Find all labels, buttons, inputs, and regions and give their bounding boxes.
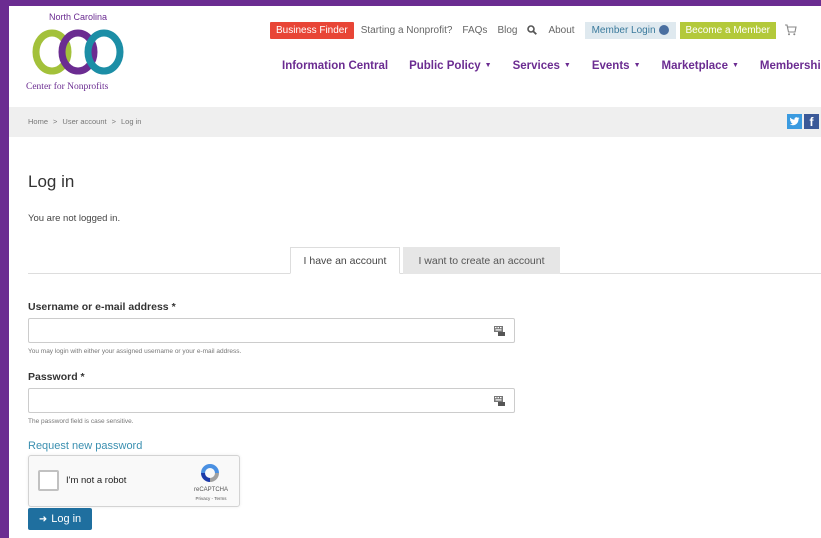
username-label: Username or e-mail address * <box>28 301 176 313</box>
starting-nonprofit-link[interactable]: Starting a Nonprofit? <box>361 25 453 36</box>
about-link[interactable]: About <box>548 25 574 36</box>
recaptcha-terms-link[interactable]: Privacy - Terms <box>189 496 233 501</box>
username-field[interactable] <box>28 318 515 343</box>
search-icon[interactable] <box>527 25 538 35</box>
top-utility-nav: Business Finder Starting a Nonprofit? FA… <box>270 21 797 39</box>
password-label: Password * <box>28 371 85 383</box>
recaptcha-widget: I'm not a robot reCAPTCHA Privacy - Term… <box>28 455 240 507</box>
caret-down-icon: ▼ <box>731 62 739 70</box>
breadcrumb-home[interactable]: Home <box>28 117 48 126</box>
tab-have-account[interactable]: I have an account <box>290 247 400 274</box>
twitter-icon[interactable] <box>787 114 802 129</box>
nav-label: Public Policy <box>409 60 481 72</box>
nav-label: Services <box>512 60 560 72</box>
login-status-text: You are not logged in. <box>28 213 121 224</box>
nav-events[interactable]: Events ▼ <box>592 60 641 72</box>
recaptcha-checkbox[interactable] <box>38 470 59 491</box>
nav-marketplace[interactable]: Marketplace ▼ <box>662 60 739 72</box>
nav-label: Events <box>591 60 630 72</box>
social-links: f <box>787 114 821 129</box>
breadcrumb: Home > User account > Log in <box>28 117 146 126</box>
caret-down-icon: ▼ <box>484 62 492 70</box>
password-hint: The password field is case sensitive. <box>28 418 134 425</box>
nav-label: Membership <box>759 60 821 72</box>
member-login-button[interactable]: Member Login <box>584 21 676 39</box>
become-member-button[interactable]: Become a Member <box>679 21 776 39</box>
business-finder-button[interactable]: Business Finder <box>270 21 354 39</box>
recaptcha-label: I'm not a robot <box>66 475 127 486</box>
sign-in-icon: ➜ <box>38 513 48 525</box>
member-login-label: Member Login <box>591 24 656 36</box>
recaptcha-logo-icon <box>201 464 219 482</box>
cart-icon[interactable] <box>784 24 797 36</box>
user-icon <box>658 25 669 35</box>
blog-link[interactable]: Blog <box>497 25 517 36</box>
facebook-icon[interactable]: f <box>804 114 819 129</box>
nav-label: Marketplace <box>661 60 728 72</box>
site-logo[interactable]: North Carolina Center for Nonprofits <box>26 12 136 102</box>
recaptcha-brand: reCAPTCHA <box>193 487 228 493</box>
username-hint: You may login with either your assigned … <box>28 348 242 355</box>
breadcrumb-current: Log in <box>120 117 142 126</box>
breadcrumb-bar: Home > User account > Log in f <box>9 107 821 137</box>
keyboard-icon[interactable] <box>494 326 505 336</box>
main-nav: Information Central Public Policy ▼ Servi… <box>282 60 821 72</box>
nav-information-central[interactable]: Information Central <box>282 60 388 72</box>
nav-public-policy[interactable]: Public Policy ▼ <box>409 60 492 72</box>
caret-down-icon: ▼ <box>633 62 641 70</box>
login-submit-button[interactable]: ➜ Log in <box>28 508 92 530</box>
breadcrumb-user-account[interactable]: User account <box>62 117 106 126</box>
password-field[interactable] <box>28 388 515 413</box>
nav-services[interactable]: Services ▼ <box>513 60 571 72</box>
login-button-label: Log in <box>51 513 82 525</box>
caret-down-icon: ▼ <box>563 62 571 70</box>
nav-label: Information Central <box>282 60 389 72</box>
tab-create-account[interactable]: I want to create an account <box>403 247 560 274</box>
logo-rings-icon <box>32 29 124 75</box>
request-new-password-link[interactable]: Request new password <box>28 440 142 452</box>
logo-top-text: North Carolina <box>48 12 108 22</box>
breadcrumb-separator: > <box>111 117 116 126</box>
breadcrumb-separator: > <box>53 117 58 126</box>
page-title: Log in <box>28 172 75 191</box>
nav-membership[interactable]: Membership▼ <box>760 60 821 72</box>
keyboard-icon[interactable] <box>494 396 505 406</box>
logo-bottom-text: Center for Nonprofits <box>26 82 109 92</box>
faqs-link[interactable]: FAQs <box>462 25 487 36</box>
